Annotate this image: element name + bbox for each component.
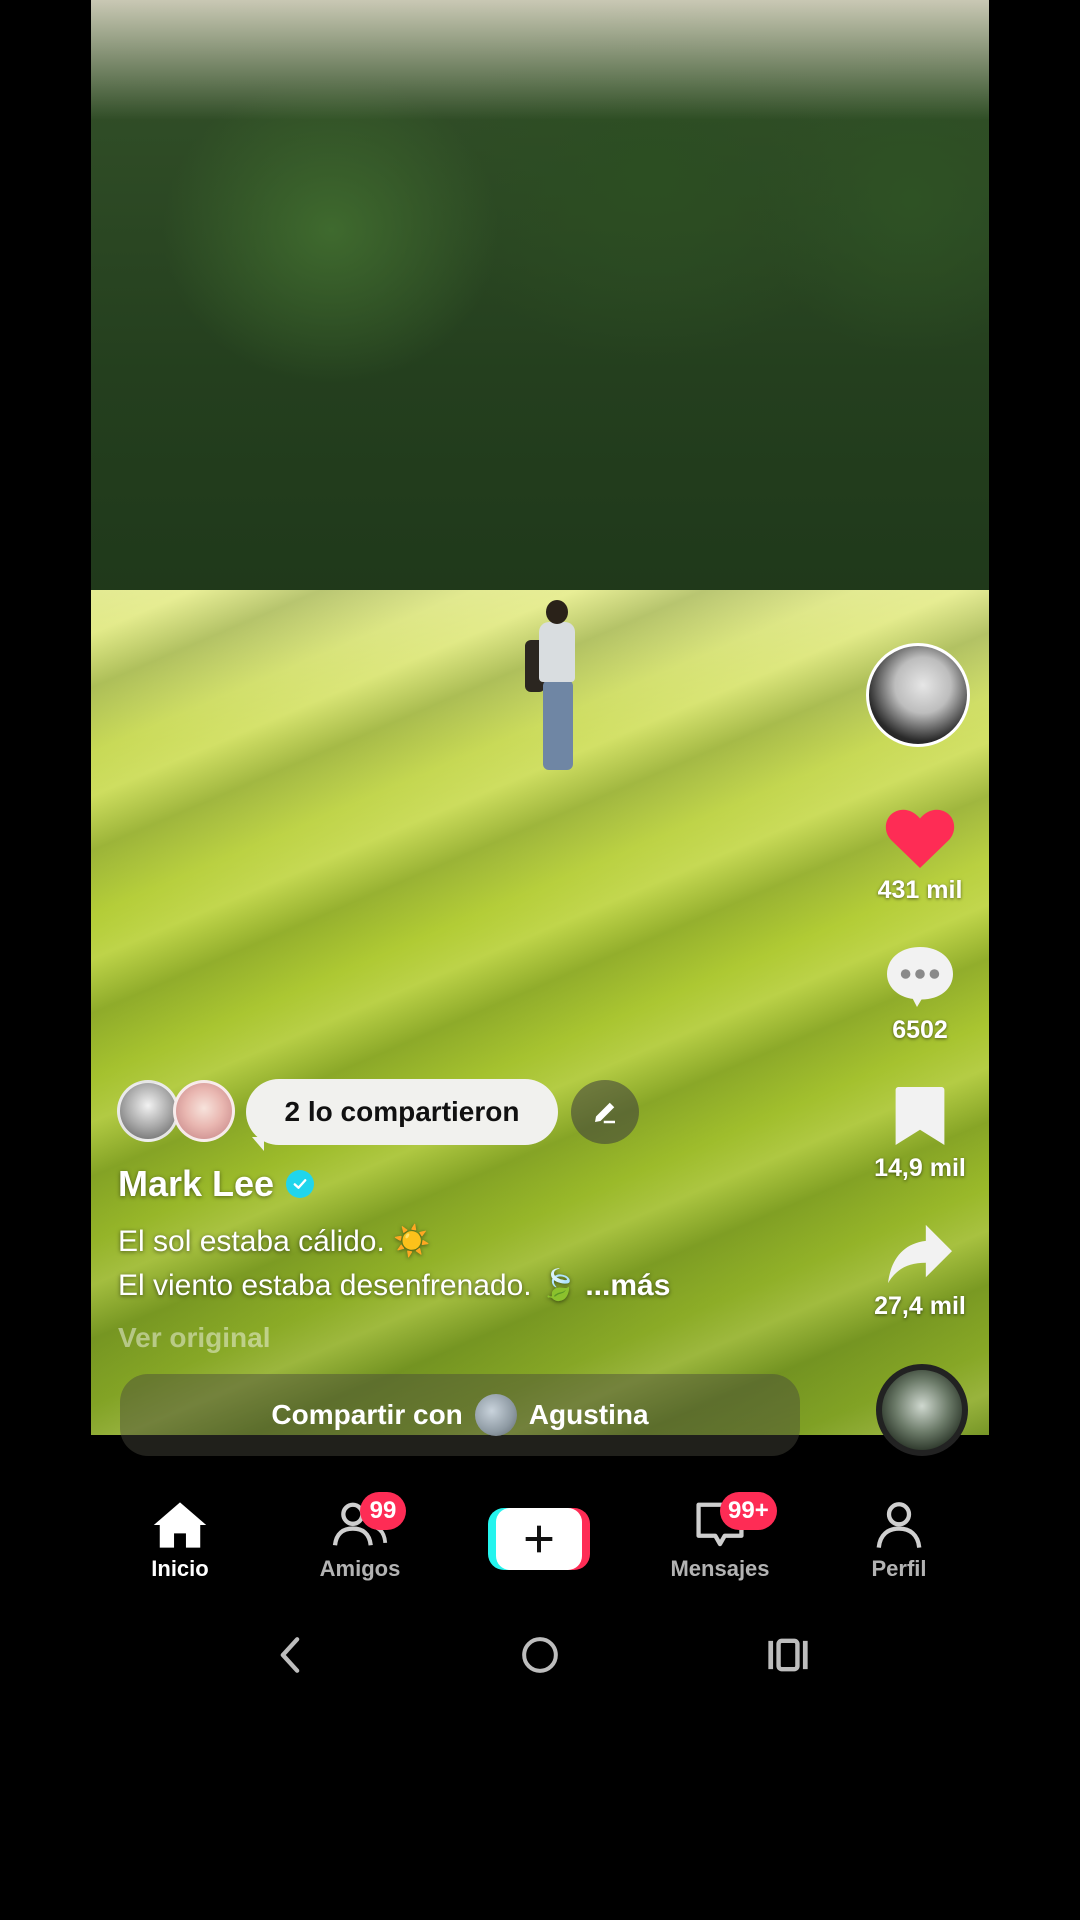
sharer-avatar [117, 1080, 179, 1142]
share-prefix: Compartir con [271, 1399, 463, 1430]
nav-home-label: Inicio [151, 1556, 209, 1581]
verified-badge-icon [286, 1170, 315, 1198]
system-home-button[interactable] [510, 1630, 570, 1680]
nav-home[interactable]: Inicio [100, 1500, 260, 1582]
nav-profile[interactable]: Perfil [819, 1500, 979, 1582]
comment-icon [887, 947, 953, 1007]
save-count: 14,9 mil [874, 1154, 966, 1182]
recents-icon [768, 1638, 808, 1672]
like-count: 431 mil [877, 876, 963, 904]
share-button[interactable]: 27,4 mil [862, 1222, 978, 1321]
system-recents-button[interactable] [758, 1630, 818, 1680]
home-icon [153, 1502, 207, 1548]
recipient-avatar [474, 1394, 517, 1436]
nav-messages-label: Mensajes [670, 1556, 770, 1581]
creator-avatar[interactable] [866, 643, 970, 747]
caption-line: El sol estaba cálido. ☀️ [118, 1225, 431, 1258]
recipient-name: Agustina [528, 1399, 649, 1430]
more-link[interactable]: ...más [585, 1269, 670, 1302]
author-row[interactable]: Mark Lee [118, 1163, 315, 1205]
create-button[interactable] [488, 1508, 590, 1570]
caption-line: El viento estaba desenfrenado. 🍃 ...más [118, 1269, 671, 1302]
system-back-button[interactable] [260, 1630, 320, 1680]
see-original-link[interactable]: Ver original [118, 1322, 271, 1354]
comment-count: 6502 [892, 1016, 948, 1044]
back-chevron-icon [280, 1637, 300, 1673]
messages-badge: 99+ [720, 1492, 777, 1530]
heart-icon [885, 809, 955, 868]
bottom-nav: Inicio Amigos 99 Mensajes 99+ Perfil [0, 1480, 1080, 1600]
bookmark-icon [895, 1087, 945, 1145]
music-disc[interactable] [876, 1364, 968, 1456]
like-button[interactable]: 431 mil [862, 806, 978, 905]
plus-icon [525, 1525, 553, 1553]
author-name[interactable]: Mark Lee [118, 1163, 274, 1205]
nav-messages[interactable]: Mensajes 99+ [640, 1492, 800, 1582]
video-sky [91, 0, 989, 120]
sharer-avatar [173, 1080, 235, 1142]
nav-friends[interactable]: Amigos 99 [280, 1492, 440, 1582]
video-person [521, 600, 591, 780]
shared-by-label: 2 lo compartieron [284, 1096, 520, 1127]
video-player[interactable] [91, 0, 989, 1435]
system-nav-bar [0, 1610, 1080, 1700]
share-with-bar[interactable]: Compartir con Agustina [120, 1374, 800, 1456]
profile-icon [876, 1502, 922, 1548]
share-count: 27,4 mil [874, 1292, 966, 1320]
friends-badge: 99 [360, 1492, 406, 1530]
save-button[interactable]: 14,9 mil [862, 1084, 978, 1183]
home-circle-icon [522, 1637, 558, 1673]
edit-button[interactable] [571, 1080, 639, 1144]
pencil-icon [595, 1102, 615, 1124]
nav-friends-label: Amigos [319, 1556, 401, 1581]
nav-profile-label: Perfil [871, 1556, 927, 1581]
comment-button[interactable]: 6502 [862, 944, 978, 1045]
share-arrow-icon [888, 1224, 952, 1284]
shared-by-pill[interactable]: 2 lo compartieron [246, 1079, 558, 1151]
